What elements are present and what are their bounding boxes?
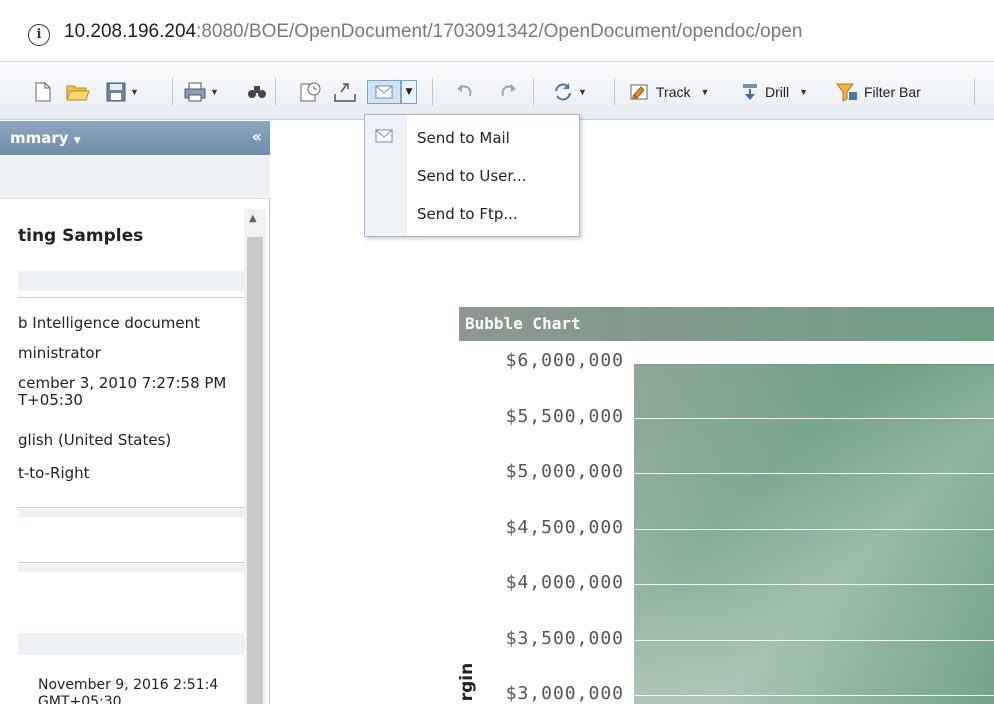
- scroll-up-icon[interactable]: ▲: [249, 213, 257, 224]
- toolbar-separator: [172, 78, 173, 106]
- y-tick-label: $3,000,000: [505, 683, 624, 704]
- y-gridline: [634, 695, 994, 696]
- panel-header: mmary ▼ «: [0, 121, 270, 155]
- save-dropdown-icon[interactable]: ▼: [130, 87, 139, 97]
- undo-icon[interactable]: [455, 80, 475, 104]
- section-band: [18, 633, 244, 655]
- y-gridline: [634, 584, 994, 585]
- document-title: ting Samples: [18, 226, 144, 246]
- toolbar: ▼ ▼ ▼ ▼ Track ▼ Drill ▼ Filter Bar: [0, 62, 994, 120]
- section-divider: [18, 297, 244, 298]
- send-to-mail-item[interactable]: Send to Mail: [417, 129, 510, 147]
- chart-title: Bubble Chart: [459, 307, 994, 341]
- y-tick-label: $6,000,000: [505, 350, 624, 371]
- export-icon[interactable]: [333, 80, 357, 104]
- new-document-icon[interactable]: [34, 80, 52, 104]
- save-icon[interactable]: ▼: [106, 80, 139, 104]
- filter-bar-label: Filter Bar: [864, 84, 921, 100]
- filter-bar-icon: [836, 83, 857, 102]
- refresh-icon[interactable]: ▼: [552, 80, 587, 104]
- url-text[interactable]: 10.208.196.204:8080/BOE/OpenDocument/170…: [64, 21, 802, 43]
- y-gridline: [634, 528, 994, 530]
- track-dropdown-icon[interactable]: ▼: [700, 87, 709, 97]
- document-summary-panel: mmary ▼ « ▲ ting Samples b Intelligence …: [0, 121, 270, 704]
- section-divider: [18, 507, 244, 508]
- section-band: [18, 564, 244, 572]
- y-gridline: [634, 473, 994, 474]
- panel-scrollbar[interactable]: ▲: [244, 209, 266, 704]
- meta-modified: November 9, 2016 2:51:4: [38, 677, 219, 693]
- url-path: :8080/BOE/OpenDocument/1703091342/OpenDo…: [196, 21, 803, 42]
- meta-modified-timezone: GMT+05:30: [38, 694, 122, 704]
- toolbar-separator: [533, 78, 534, 106]
- meta-author: ministrator: [18, 345, 101, 362]
- send-to-user-item[interactable]: Send to User...: [417, 167, 527, 185]
- drill-dropdown-icon[interactable]: ▼: [799, 87, 808, 97]
- find-icon[interactable]: [247, 80, 267, 104]
- drill-label: Drill: [765, 84, 790, 100]
- toolbar-separator: [432, 78, 433, 106]
- y-tick-label: $4,000,000: [505, 572, 624, 593]
- meta-created: cember 3, 2010 7:27:58 PM: [18, 375, 227, 392]
- toolbar-separator: [614, 78, 615, 106]
- mail-icon: [375, 85, 393, 99]
- section-divider: [18, 562, 244, 563]
- meta-locale: glish (United States): [18, 432, 172, 449]
- plot-area-shading: [634, 364, 994, 704]
- filter-bar-button[interactable]: Filter Bar: [836, 80, 921, 104]
- meta-timezone: T+05:30: [18, 392, 83, 409]
- refresh-dropdown-icon[interactable]: ▼: [578, 87, 587, 97]
- drill-icon: [743, 84, 757, 100]
- drill-button[interactable]: Drill ▼: [741, 80, 808, 104]
- history-icon[interactable]: [299, 80, 323, 104]
- section-band: [18, 509, 244, 517]
- open-folder-icon[interactable]: [66, 80, 90, 104]
- print-dropdown-icon[interactable]: ▼: [210, 87, 219, 97]
- url-host: 10.208.196.204: [64, 21, 197, 42]
- send-button[interactable]: [367, 80, 401, 104]
- panel-title: mmary: [10, 129, 69, 147]
- redo-icon[interactable]: [498, 80, 518, 104]
- send-menu: Send to Mail Send to User... Send to Ftp…: [364, 114, 580, 237]
- scrollbar-thumb[interactable]: [247, 237, 263, 704]
- track-icon: [630, 84, 648, 100]
- y-axis-label-text: rgin: [457, 662, 478, 702]
- y-tick-label: $5,500,000: [505, 405, 624, 427]
- send-to-ftp-item[interactable]: Send to Ftp...: [417, 205, 518, 223]
- y-axis-label: rgin: [457, 660, 484, 704]
- toolbar-separator: [974, 78, 975, 106]
- toolbar-separator: [275, 78, 276, 106]
- y-gridline: [634, 639, 994, 641]
- meta-direction: t-to-Right: [18, 465, 90, 482]
- section-band: [18, 271, 244, 291]
- track-button[interactable]: Track ▼: [630, 80, 709, 104]
- mail-icon: [375, 129, 393, 143]
- y-tick-label: $5,000,000: [505, 461, 624, 482]
- panel-menu-dropdown-icon[interactable]: ▼: [74, 136, 81, 146]
- address-bar[interactable]: i 10.208.196.204:8080/BOE/OpenDocument/1…: [0, 0, 994, 62]
- track-label: Track: [656, 84, 691, 100]
- panel-title-group[interactable]: mmary ▼: [10, 129, 81, 147]
- panel-band: [0, 155, 270, 199]
- y-tick-label: $3,500,000: [505, 627, 624, 649]
- y-tick-label: $4,500,000: [505, 516, 624, 538]
- site-info-icon[interactable]: i: [28, 24, 50, 46]
- send-dropdown-icon[interactable]: ▼: [401, 80, 417, 104]
- meta-type: b Intelligence document: [18, 315, 201, 332]
- y-gridline: [634, 417, 994, 419]
- print-icon[interactable]: ▼: [184, 80, 219, 104]
- collapse-panel-icon[interactable]: «: [252, 127, 262, 146]
